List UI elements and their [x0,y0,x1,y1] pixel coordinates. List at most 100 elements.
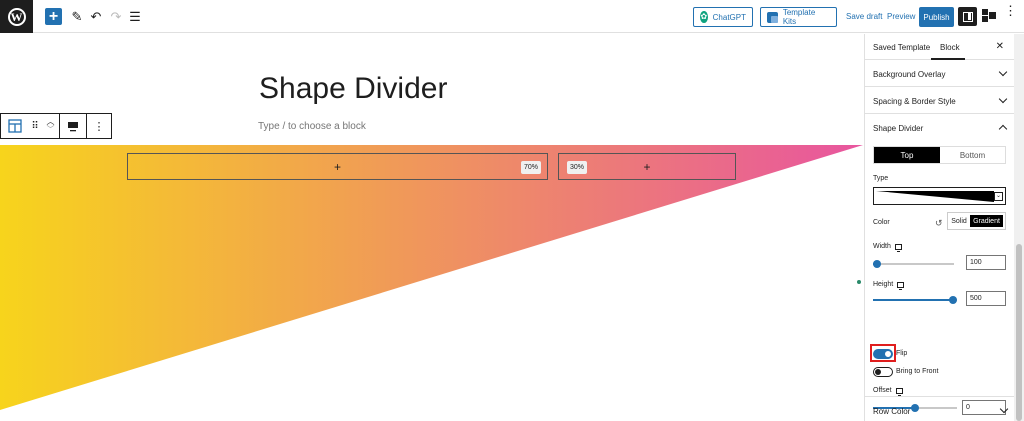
blocks-icon [982,9,988,15]
width-label-text: Width [873,243,891,250]
panel-title: Spacing & Border Style [873,97,956,106]
settings-toggle-button[interactable] [958,7,977,26]
template-kits-button[interactable]: Template Kits [760,7,837,27]
position-segmented-control: Top Bottom [873,146,1006,164]
blocks-icon-part [982,16,988,22]
page-title[interactable]: Shape Divider [259,72,447,106]
tab-block[interactable]: Block [940,43,960,52]
save-draft-button[interactable]: Save draft [846,12,882,21]
move-buttons[interactable]: ︿ ﹀ [42,114,59,138]
chevron-down-icon [998,67,1008,77]
block-appender-placeholder[interactable]: Type / to choose a block [258,121,366,132]
resize-handle-dot[interactable] [857,280,861,284]
color-mode-gradient[interactable]: Gradient [970,215,1003,227]
slider-thumb[interactable] [873,260,881,268]
height-label: Height [873,281,905,290]
shape-divider-area [0,145,863,421]
height-slider[interactable] [873,296,957,304]
plugin-blocks-button[interactable] [982,9,996,23]
wordpress-logo-button[interactable]: W [0,0,33,33]
chatgpt-icon: ✿ [700,11,708,23]
height-label-text: Height [873,281,894,288]
scrollbar-thumb[interactable] [1016,244,1022,421]
reset-color-button[interactable]: ↺ [935,218,943,229]
panel-title: Shape Divider [873,124,924,133]
shape-type-select[interactable]: ⌄ [873,187,1006,205]
undo-button[interactable]: ↶ [89,8,103,25]
column-width-badge: 70% [520,161,541,174]
chevron-down-icon: ﹀ [46,125,55,134]
chevron-down-icon: ⌄ [994,192,1003,201]
plus-icon: + [48,7,59,25]
block-type-button[interactable] [1,114,28,138]
chevron-down-icon [998,94,1008,104]
offset-label-text: Offset [873,387,892,394]
chevron-up-icon [998,124,1008,134]
kebab-icon: ⋮ [1004,3,1017,18]
position-top-option[interactable]: Top [874,147,940,163]
color-label: Color [873,219,890,226]
panel-row-color[interactable]: Row Color [865,396,1015,421]
editor-canvas: Shape Divider Type / to choose a block ⠿… [0,34,863,421]
redo-icon: ↷ [110,8,122,24]
close-sidebar-button[interactable]: ✕ [996,41,1004,52]
column-block-right[interactable]: 30% + [558,153,736,180]
drag-handle-icon: ⠿ [31,120,39,132]
drag-handle[interactable]: ⠿ [28,114,42,138]
add-block-left-button[interactable]: + [334,160,341,174]
list-view-icon: ☰ [129,8,141,24]
desktop-icon[interactable] [895,387,903,396]
width-label: Width [873,243,902,252]
desktop-icon[interactable] [897,281,905,290]
panel-shape-divider[interactable]: Shape Divider [865,114,1014,141]
undo-icon: ↶ [90,8,102,24]
toggle-knob [875,369,881,375]
align-icon [68,121,78,131]
add-block-right-button[interactable]: + [643,160,650,174]
slider-thumb[interactable] [949,296,957,304]
close-icon: ✕ [995,41,1004,52]
sidebar-icon [962,11,973,22]
block-options-button[interactable]: ⋮ [87,114,111,138]
panel-title: Background Overlay [873,70,946,79]
shape-divider-graphic [0,145,863,410]
publish-button[interactable]: Publish [919,7,954,27]
template-kits-icon [767,11,778,23]
tools-button[interactable]: ✎ [70,8,84,25]
panel-title: Row Color [873,407,911,416]
pen-icon: ✎ [71,8,83,24]
list-view-button[interactable]: ☰ [128,8,142,25]
bring-to-front-toggle[interactable] [873,367,893,377]
editor-app: W + ✎ ↶ ↷ ☰ ✿ ChatGPT Template Kits Save… [0,0,1024,421]
settings-sidebar: Saved Template Block ✕ Background Overla… [864,34,1015,421]
panel-spacing-border[interactable]: Spacing & Border Style [865,87,1014,114]
position-bottom-option[interactable]: Bottom [940,147,1005,163]
triangle-shape-preview [876,191,994,202]
desktop-icon[interactable] [894,243,902,252]
column-block-left[interactable]: + 70% [127,153,548,180]
columns-block-icon [7,119,22,133]
bring-to-front-label: Bring to Front [896,368,939,375]
options-menu-button[interactable]: ⋮ [1004,4,1017,17]
height-input[interactable]: 500 [966,291,1006,306]
tab-saved-template[interactable]: Saved Template [873,43,930,52]
width-input[interactable]: 100 [966,255,1006,270]
kebab-icon: ⋮ [93,120,105,133]
redo-button[interactable]: ↷ [109,8,123,25]
sidebar-tabs: Saved Template Block ✕ [865,34,1014,60]
chatgpt-button[interactable]: ✿ ChatGPT [693,7,753,27]
alignment-button[interactable] [60,114,86,138]
template-kits-label: Template Kits [782,8,816,26]
sidebar-scrollbar[interactable] [1014,34,1024,421]
slider-fill [873,299,953,301]
width-slider[interactable] [873,260,954,268]
type-label: Type [873,175,889,182]
color-mode-toggle: Solid Gradient [947,212,1006,230]
chevron-down-icon [999,404,1009,414]
chatgpt-label: ChatGPT [712,12,746,22]
add-block-button[interactable]: + [45,8,62,25]
color-mode-solid[interactable]: Solid [948,213,970,229]
editor-top-bar: W + ✎ ↶ ↷ ☰ ✿ ChatGPT Template Kits Save… [0,0,1024,33]
panel-background-overlay[interactable]: Background Overlay [865,60,1014,87]
preview-button[interactable]: Preview [887,12,915,21]
